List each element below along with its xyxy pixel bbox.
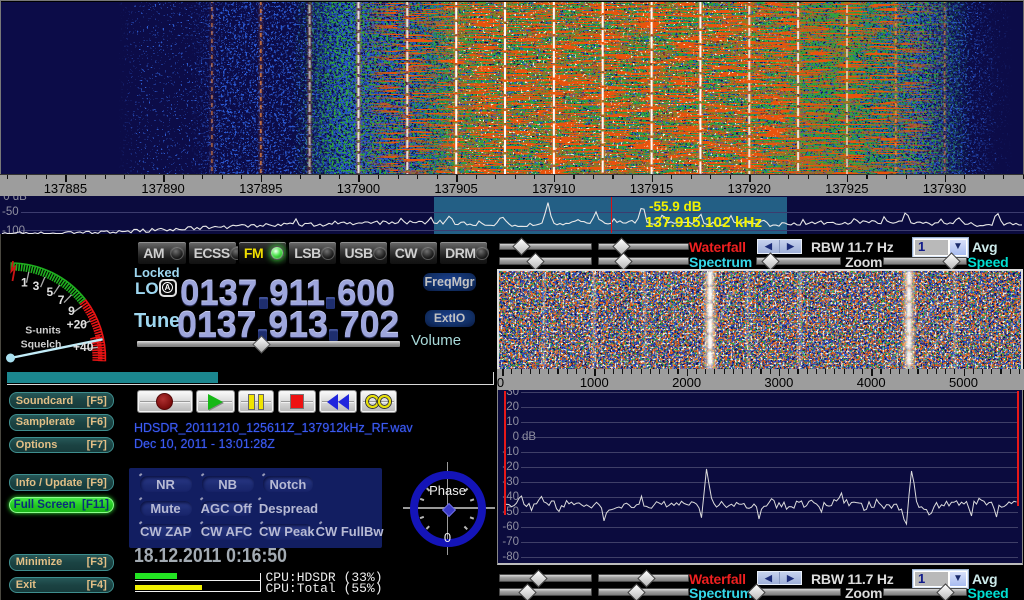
svg-text:1: 1 bbox=[21, 275, 28, 289]
svg-text:S-units: S-units bbox=[25, 325, 61, 337]
svg-text:5: 5 bbox=[47, 285, 54, 299]
svg-text:7: 7 bbox=[58, 293, 65, 307]
svg-text:Squelch: Squelch bbox=[21, 339, 62, 351]
svg-text:9: 9 bbox=[68, 304, 75, 318]
svg-text:+40: +40 bbox=[73, 340, 94, 354]
svg-text:+20: +20 bbox=[67, 318, 88, 332]
svg-text:3: 3 bbox=[33, 279, 40, 293]
